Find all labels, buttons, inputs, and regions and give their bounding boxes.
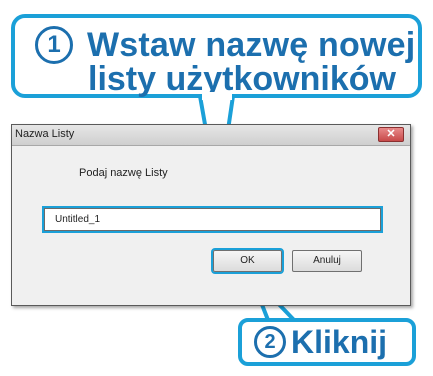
callout-instruction-1: 1 Wstaw nazwę nowej listy użytkowników: [11, 14, 422, 98]
callout-1-line: 1 Wstaw nazwę nowej: [35, 26, 415, 64]
name-list-dialog: Nazwa Listy ✕ Podaj nazwę Listy OK Anulu…: [11, 124, 411, 306]
callout-1-title: Wstaw nazwę nowej: [87, 26, 416, 64]
callout-2-title: Kliknij: [291, 324, 388, 360]
step-number-2-badge: 2: [254, 326, 286, 358]
close-icon: ✕: [386, 128, 396, 140]
cancel-button[interactable]: Anuluj: [292, 250, 362, 272]
callout-1-subtitle: listy użytkowników: [88, 60, 396, 98]
prompt-label: Podaj nazwę Listy: [79, 167, 168, 179]
dialog-titlebar[interactable]: Nazwa Listy ✕: [12, 125, 410, 146]
list-name-input[interactable]: [42, 206, 383, 233]
step-number-1-badge: 1: [35, 26, 73, 64]
ok-button[interactable]: OK: [211, 248, 284, 274]
callout-instruction-2: 2 Kliknij: [238, 318, 416, 366]
dialog-title: Nazwa Listy: [15, 128, 75, 140]
close-button[interactable]: ✕: [378, 127, 404, 142]
